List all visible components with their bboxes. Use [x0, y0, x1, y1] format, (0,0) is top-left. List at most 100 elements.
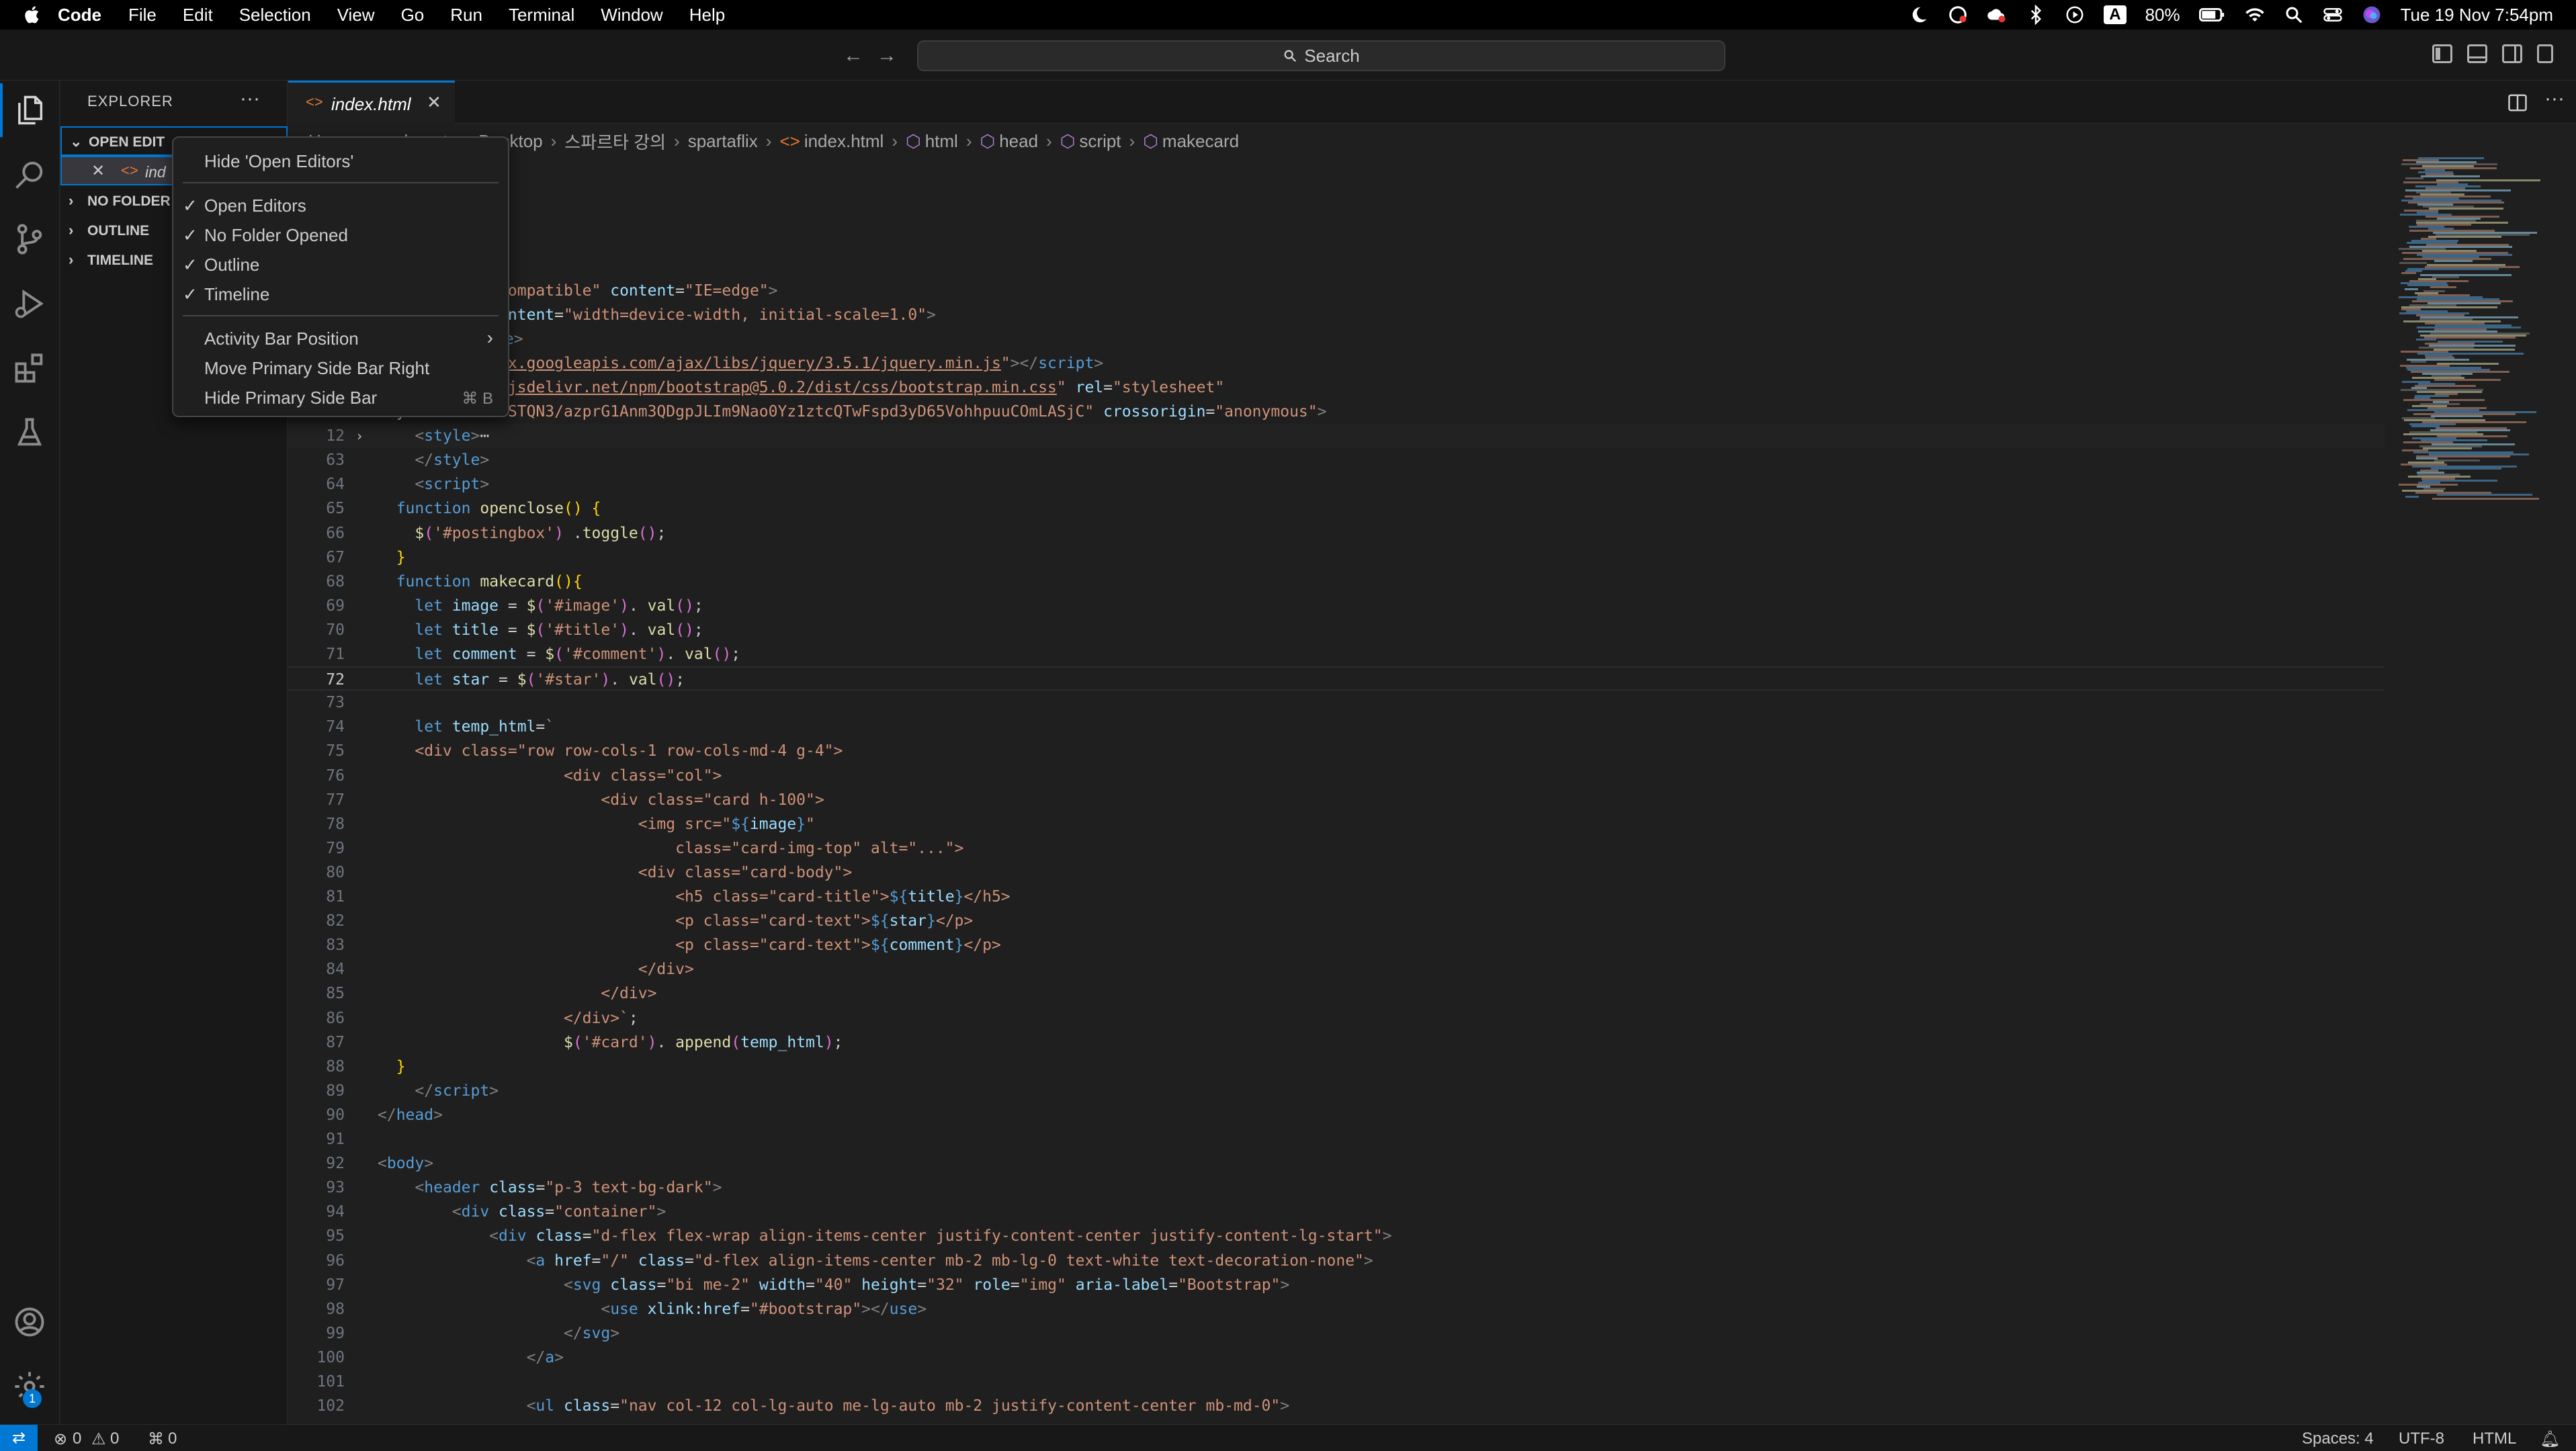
- code-line[interactable]: 12 › <style>⋯: [288, 424, 2385, 449]
- code-line[interactable]: 100 </a>: [288, 1346, 2385, 1370]
- menu-view[interactable]: View: [337, 0, 375, 30]
- code-line[interactable]: 63 </style>: [288, 448, 2385, 472]
- split-editor-icon[interactable]: [2507, 93, 2528, 113]
- code-line[interactable]: 72 let star = $('#star'). val();: [288, 666, 2385, 691]
- wifi-icon[interactable]: [2245, 5, 2265, 25]
- code-line[interactable]: >: [288, 157, 2385, 181]
- code-line[interactable]: 95 <div class="d-flex flex-wrap align-it…: [288, 1224, 2385, 1248]
- code-line[interactable]: 81 <h5 class="card-title">${title}</h5>: [288, 885, 2385, 909]
- menu-item-activity-bar-position[interactable]: Activity Bar Position ›: [173, 324, 508, 353]
- toggle-secondary-sidebar-icon[interactable]: [2502, 44, 2522, 63]
- menu-app-code[interactable]: Code: [58, 0, 101, 30]
- code-line[interactable]: -equiv="X-UA-Compatible" content="IE=edg…: [288, 279, 2385, 303]
- menu-item-hide-open-editors[interactable]: Hide 'Open Editors': [173, 146, 508, 176]
- fold-chevron-icon[interactable]: ›: [355, 424, 363, 448]
- testing-flask-icon[interactable]: [12, 415, 47, 450]
- bluetooth-icon[interactable]: [2026, 5, 2046, 25]
- code-line[interactable]: 71 let comment = $('#comment'). val();: [288, 642, 2385, 666]
- menu-item-timeline[interactable]: ✓ Timeline: [173, 279, 508, 309]
- menu-item-open-editors[interactable]: ✓ Open Editors: [173, 191, 508, 220]
- error-count[interactable]: 0: [73, 1430, 81, 1448]
- notifications-bell-icon[interactable]: 🔔︎: [2540, 1430, 2560, 1449]
- code-line[interactable]: 69 let image = $('#image'). val();: [288, 594, 2385, 618]
- creative-cloud-icon[interactable]: [1948, 5, 1968, 25]
- code-line[interactable]: 80 <div class="card-body">: [288, 861, 2385, 885]
- battery-icon[interactable]: [2198, 5, 2226, 25]
- cloud-sync-icon[interactable]: [1987, 5, 2007, 25]
- code-line[interactable]: 86 </div>`;: [288, 1006, 2385, 1030]
- code-line[interactable]: 68 function makecard(){: [288, 570, 2385, 594]
- menu-help[interactable]: Help: [689, 0, 725, 30]
- errors-icon[interactable]: ⊗: [54, 1430, 67, 1449]
- code-line[interactable]: 67 }: [288, 545, 2385, 570]
- menu-item-move-side-bar-right[interactable]: Move Primary Side Bar Right: [173, 353, 508, 383]
- breadcrumb-item[interactable]: html: [925, 131, 958, 152]
- code-line[interactable]: 76 <div class="col">: [288, 764, 2385, 788]
- source-control-icon[interactable]: [12, 222, 47, 257]
- toggle-panel-icon[interactable]: [2467, 44, 2487, 63]
- code-line[interactable]: 65 function openclose() {: [288, 496, 2385, 521]
- code-line[interactable]: [288, 230, 2385, 254]
- code-line[interactable]: 99 </svg>: [288, 1321, 2385, 1346]
- code-line[interactable]: c="https://ajax.googleapis.com/ajax/libs…: [288, 351, 2385, 376]
- extensions-icon[interactable]: [12, 351, 47, 386]
- code-line[interactable]: 98 <use xlink:href="#bootstrap"></use>: [288, 1297, 2385, 1321]
- menu-window[interactable]: Window: [601, 0, 662, 30]
- remote-indicator-icon[interactable]: ⇄: [0, 1425, 38, 1451]
- code-line[interactable]: 94 <div class="container">: [288, 1200, 2385, 1224]
- explorer-icon[interactable]: [0, 83, 47, 137]
- editor-more-actions-icon[interactable]: ···: [2544, 87, 2565, 110]
- ports-count[interactable]: 0: [168, 1430, 177, 1448]
- code-line[interactable]: ="viewport" content="width=device-width,…: [288, 303, 2385, 327]
- warnings-icon[interactable]: ⚠: [91, 1430, 106, 1449]
- play-circle-icon[interactable]: [2065, 5, 2085, 25]
- code-line[interactable]: 92 <body>: [288, 1151, 2385, 1176]
- menu-file[interactable]: File: [128, 0, 157, 30]
- close-icon[interactable]: ✕: [91, 161, 105, 181]
- code-line[interactable]: 82 <p class="card-text">${star}</p>: [288, 909, 2385, 933]
- code-line[interactable]: ="https://cdn.jsdelivr.net/npm/bootstrap…: [288, 376, 2385, 400]
- code-line[interactable]: 74 let temp_html=`: [288, 715, 2385, 739]
- code-line[interactable]: 64 <script>: [288, 472, 2385, 496]
- moon-icon[interactable]: [1909, 5, 1929, 25]
- code-line[interactable]: 93 <header class="p-3 text-bg-dark">: [288, 1176, 2385, 1200]
- editor-tab-index-html[interactable]: <> index.html ✕: [288, 81, 455, 124]
- code-line[interactable]: 르타플릭스</title>: [288, 327, 2385, 351]
- code-line[interactable]: set="UTF-8">: [288, 254, 2385, 278]
- command-center-search[interactable]: Search: [917, 40, 1725, 71]
- apple-icon[interactable]: [23, 5, 43, 25]
- customize-layout-icon[interactable]: [2537, 44, 2553, 63]
- menu-selection[interactable]: Selection: [239, 0, 311, 30]
- code-line[interactable]: 78 <img src="${image}": [288, 812, 2385, 836]
- clock[interactable]: Tue 19 Nov 7:54pm: [2401, 5, 2553, 26]
- code-line[interactable]: 89 </script>: [288, 1079, 2385, 1103]
- menu-item-outline[interactable]: ✓ Outline: [173, 250, 508, 279]
- code-line[interactable]: 77 <div class="card h-100">: [288, 788, 2385, 812]
- code-line[interactable]: 70 let title = $('#title'). val();: [288, 618, 2385, 642]
- ports-icon[interactable]: ⌘: [148, 1430, 164, 1449]
- menu-go[interactable]: Go: [401, 0, 425, 30]
- breadcrumb-item[interactable]: spartaflix: [688, 131, 758, 152]
- accounts-icon[interactable]: [12, 1305, 47, 1339]
- indentation-status[interactable]: Spaces: 4: [2302, 1430, 2374, 1448]
- breadcrumb-item[interactable]: head: [999, 131, 1038, 152]
- language-mode-status[interactable]: HTML: [2473, 1430, 2516, 1448]
- warning-count[interactable]: 0: [110, 1430, 119, 1448]
- code-line[interactable]: 79 class="card-img-top" alt="...">: [288, 836, 2385, 861]
- minimap[interactable]: [2392, 157, 2560, 507]
- code-line[interactable]: 90 </head>: [288, 1103, 2385, 1127]
- code-line[interactable]: 83 <p class="card-text">${comment}</p>: [288, 933, 2385, 957]
- run-and-debug-icon[interactable]: [12, 286, 47, 321]
- menu-terminal[interactable]: Terminal: [509, 0, 574, 30]
- more-actions-icon[interactable]: ···: [240, 87, 260, 110]
- code-line[interactable]: 102 <ul class="nav col-12 col-lg-auto me…: [288, 1394, 2385, 1418]
- toggle-primary-sidebar-icon[interactable]: [2432, 44, 2452, 63]
- breadcrumb-item[interactable]: script: [1079, 131, 1121, 152]
- input-source-indicator[interactable]: A: [2104, 5, 2127, 24]
- code-line[interactable]: 84 </div>: [288, 957, 2385, 981]
- code-editor[interactable]: >"> set="UTF-8">-equiv="X-UA-Compatible" …: [288, 157, 2385, 1424]
- code-line[interactable]: 66 $('#postingbox') .toggle();: [288, 521, 2385, 545]
- breadcrumb-item[interactable]: makecard: [1162, 131, 1239, 152]
- search-icon[interactable]: [12, 157, 47, 192]
- siri-icon[interactable]: [2362, 5, 2382, 25]
